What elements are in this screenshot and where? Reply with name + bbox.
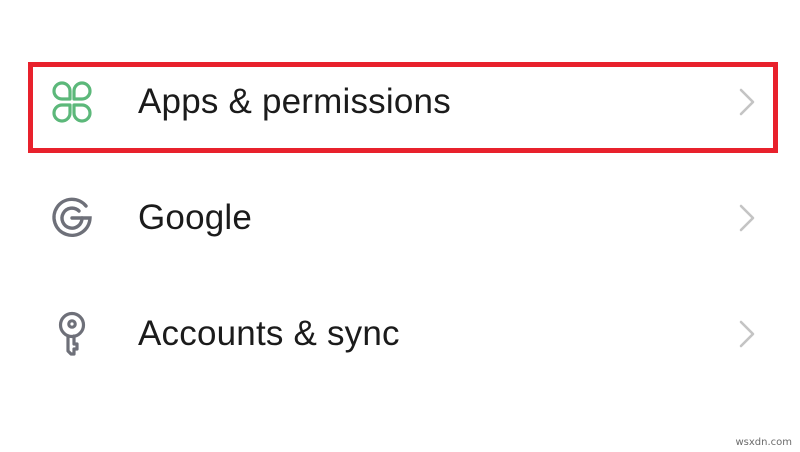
chevron-right-icon [739,204,755,232]
settings-item-label: Apps & permissions [138,82,451,121]
chevron-right-icon [739,320,755,348]
settings-list: Apps & permissions Google Accounts & syn… [0,0,800,452]
key-icon [58,311,86,356]
chevron-right-icon [739,88,755,116]
settings-item-google[interactable]: Google [30,178,770,258]
settings-item-accounts-sync[interactable]: Accounts & sync [30,294,770,374]
apps-grid-icon [52,81,92,123]
watermark: wsxdn.com [735,437,792,448]
settings-item-apps-permissions[interactable]: Apps & permissions [30,62,770,142]
google-g-icon [52,197,92,238]
settings-item-label: Google [138,198,253,237]
settings-item-label: Accounts & sync [138,314,400,353]
